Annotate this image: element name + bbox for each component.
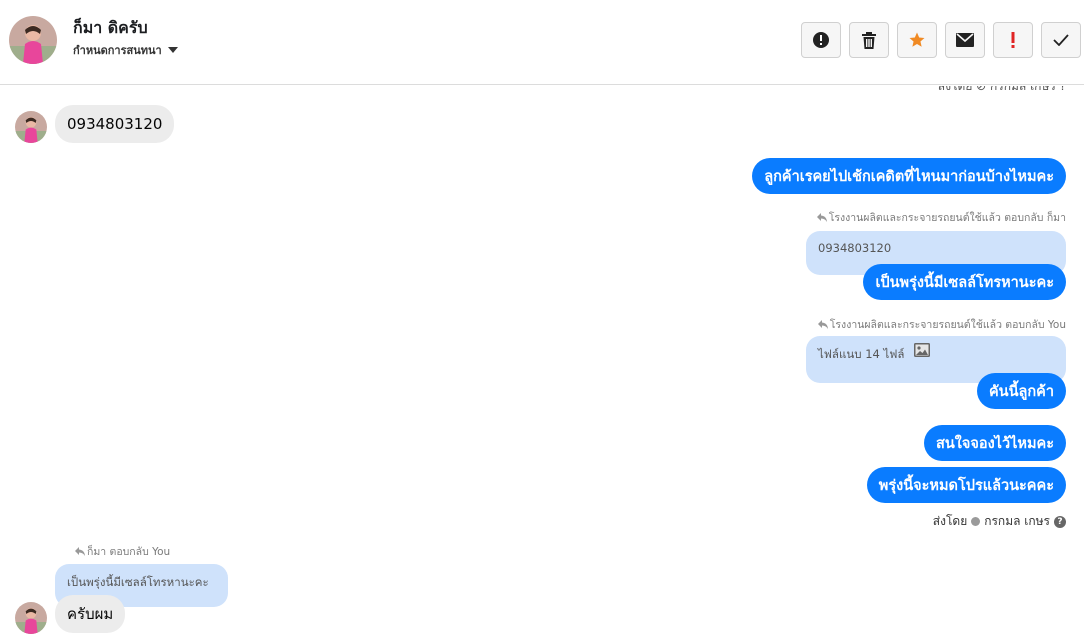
reply-meta: โรงงานผลิตและกระจายรถยนต์ใช้แล้ว ตอบกลับ… — [817, 316, 1066, 333]
outgoing-message[interactable]: คันนี้ลูกค้า — [976, 373, 1066, 409]
alert-circle-icon — [813, 32, 829, 48]
star-button[interactable] — [897, 22, 937, 58]
incoming-message[interactable]: ครับผม — [55, 595, 126, 633]
sent-by: ส่งโดย กรกมล เกษร ? — [933, 512, 1066, 531]
reply-icon — [816, 213, 827, 222]
contact-avatar-small[interactable] — [15, 111, 47, 143]
outgoing-message[interactable]: สนใจจองไว้ไหมคะ — [924, 425, 1066, 461]
contact-name[interactable]: ก็มา ดิครับ — [73, 16, 148, 41]
sent-by-name[interactable]: กรกมล เกษร — [984, 512, 1050, 531]
reply-meta-text: โรงงานผลิตและกระจายรถยนต์ใช้แล้ว ตอบกลับ… — [829, 319, 1066, 331]
help-icon[interactable]: ? — [1054, 515, 1066, 528]
checkmark-icon — [1053, 34, 1069, 46]
reply-meta: ก็มา ตอบกลับ You — [75, 543, 170, 560]
contact-avatar-small[interactable] — [15, 602, 47, 634]
envelope-icon — [956, 33, 974, 47]
mark-unread-button[interactable] — [945, 22, 985, 58]
contact-avatar[interactable] — [9, 16, 57, 64]
attachment-count: ไฟล์แนบ 14 ไฟล์ — [818, 347, 905, 361]
message-thread[interactable]: ส่งโดย ⊘ กรกมล เกษร ? 0934803120 ลูกค้าเ… — [0, 86, 1084, 644]
reply-meta: โรงงานผลิตและกระจายรถยนต์ใช้แล้ว ตอบกลับ… — [816, 209, 1066, 226]
reply-icon — [75, 547, 85, 556]
outgoing-message[interactable]: พรุ่งนี้จะหมดโปรแล้วนะคคะ — [866, 467, 1066, 503]
reply-icon — [817, 320, 828, 329]
sent-by-label: ส่งโดย — [932, 514, 968, 528]
image-icon — [914, 343, 931, 357]
priority-button[interactable] — [993, 22, 1033, 58]
sent-by-previous: ส่งโดย ⊘ กรกมล เกษร ? — [937, 86, 1066, 93]
chevron-down-icon — [167, 47, 178, 53]
delete-button[interactable] — [849, 22, 889, 58]
reply-meta-text: โรงงานผลิตและกระจายรถยนต์ใช้แล้ว ตอบกลับ… — [828, 212, 1066, 224]
outgoing-message[interactable]: เป็นพรุ่งนี้มีเซลล์โทรหานะคะ — [863, 264, 1066, 300]
exclamation-icon — [1011, 32, 1015, 48]
conversation-header: ก็มา ดิครับ กำหนดการสนทนา — [0, 0, 1084, 85]
reply-meta-text: ก็มา ตอบกลับ You — [87, 546, 171, 558]
done-button[interactable] — [1041, 22, 1081, 58]
alert-button[interactable] — [801, 22, 841, 58]
outgoing-message[interactable]: ลูกค้าเรคยไปเช้กเคดิตที่ไหนมาก่อนบ้างไหม… — [752, 158, 1066, 194]
agent-status-icon — [971, 517, 981, 526]
incoming-message[interactable]: 0934803120 — [55, 105, 175, 143]
assign-label: กำหนดการสนทนา — [73, 44, 162, 57]
trash-icon — [862, 31, 876, 49]
assign-conversation-dropdown[interactable]: กำหนดการสนทนา — [73, 41, 178, 59]
header-actions — [801, 22, 1081, 58]
star-icon — [909, 32, 925, 47]
